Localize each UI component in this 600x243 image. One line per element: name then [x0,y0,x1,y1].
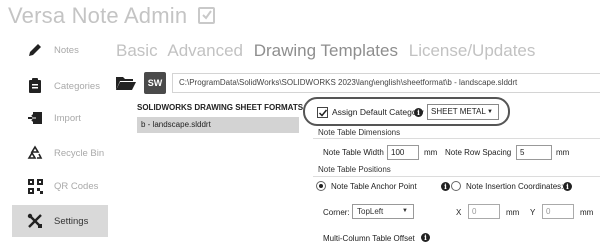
category-dropdown[interactable]: SHEET METAL ▼ [427,104,499,120]
wrench-screwdriver-icon [26,212,44,230]
sidebar-item-notes[interactable]: Notes [12,34,108,66]
row-spacing-input[interactable]: 5 [516,145,552,160]
assign-category-highlight: Assign Default Category i SHEET METAL ▼ [303,97,510,126]
table-width-input[interactable]: 100 [387,145,419,160]
anchor-point-label: Note Table Anchor Point [331,182,417,191]
sidebar-item-qr-codes[interactable]: QR Codes [12,170,108,202]
table-width-label: Note Table Width [323,148,384,157]
tab-bar: Basic Advanced Drawing Templates License… [116,41,541,61]
x-label: X [456,208,462,217]
app-title: Versa Note Admin [8,3,215,29]
caret-down-icon: ▼ [402,208,408,214]
corner-dropdown[interactable]: TopLeft ▼ [352,204,414,219]
caret-down-icon: ▼ [487,109,493,115]
info-icon[interactable]: i [414,108,423,117]
x-unit: mm [506,208,520,217]
x-coordinate-input[interactable]: 0 [468,204,500,219]
folder-open-icon[interactable] [116,75,136,96]
tab-drawing-templates[interactable]: Drawing Templates [254,41,398,60]
tab-advanced[interactable]: Advanced [167,41,243,60]
row-spacing-label: Note Row Spacing [445,148,512,157]
sidebar-item-settings[interactable]: Settings [12,205,108,237]
clipboard-icon [26,77,44,95]
insertion-coordinates-radio[interactable] [451,181,461,191]
info-icon[interactable]: i [563,182,572,191]
info-icon[interactable]: i [421,233,430,242]
anchor-point-radio[interactable] [316,181,326,191]
qr-code-icon [26,177,44,195]
positions-title: Note Table Positions [318,165,391,174]
app-title-text: Versa Note Admin [8,3,188,28]
corner-dropdown-value: TopLeft [357,207,384,216]
sidebar-item-import[interactable]: Import [12,102,108,134]
sidebar-item-label: Notes [54,44,79,56]
template-path-field[interactable]: C:\ProgramData\SolidWorks\SOLIDWORKS 202… [172,73,600,93]
sidebar-item-label: QR Codes [54,180,99,192]
y-coordinate-input[interactable]: 0 [542,204,574,219]
assign-category-checkbox[interactable] [317,107,328,118]
y-label: Y [530,208,536,217]
category-dropdown-value: SHEET METAL [431,107,486,116]
multi-column-offset-label: Multi-Column Table Offset [323,234,415,243]
checkbox-icon [197,7,215,24]
tab-license-updates[interactable]: License/Updates [409,41,536,60]
y-unit: mm [580,208,594,217]
list-item[interactable]: b - landscape.slddrt [137,117,299,133]
insertion-coordinates-label: Note Insertion Coordinates: [466,182,564,191]
tab-basic[interactable]: Basic [116,41,158,60]
sidebar-item-label: Import [54,112,81,124]
template-toolbar: SW C:\ProgramData\SolidWorks\SOLIDWORKS … [116,72,600,94]
import-icon [26,109,44,127]
dimensions-title: Note Table Dimensions [318,128,401,137]
sidebar-item-label: Recycle Bin [54,147,105,159]
pen-icon [26,41,44,59]
assign-category-label: Assign Default Category [332,107,424,117]
divider [313,138,600,139]
table-width-unit: mm [424,148,438,157]
divider [313,176,600,177]
sidebar-item-label: Categories [54,80,100,92]
sidebar: Notes Categories Import Recycle Bin QR C… [0,32,110,243]
sidebar-item-categories[interactable]: Categories [12,70,108,102]
sidebar-item-label: Settings [54,215,89,227]
row-spacing-unit: mm [556,148,570,157]
formats-header: SOLIDWORKS DRAWING SHEET FORMATS [137,103,304,112]
sidebar-item-recycle-bin[interactable]: Recycle Bin [12,137,108,169]
recycle-icon [26,144,44,162]
info-icon[interactable]: i [441,182,450,191]
solidworks-icon[interactable]: SW [144,72,166,94]
corner-label: Corner: [323,208,350,217]
